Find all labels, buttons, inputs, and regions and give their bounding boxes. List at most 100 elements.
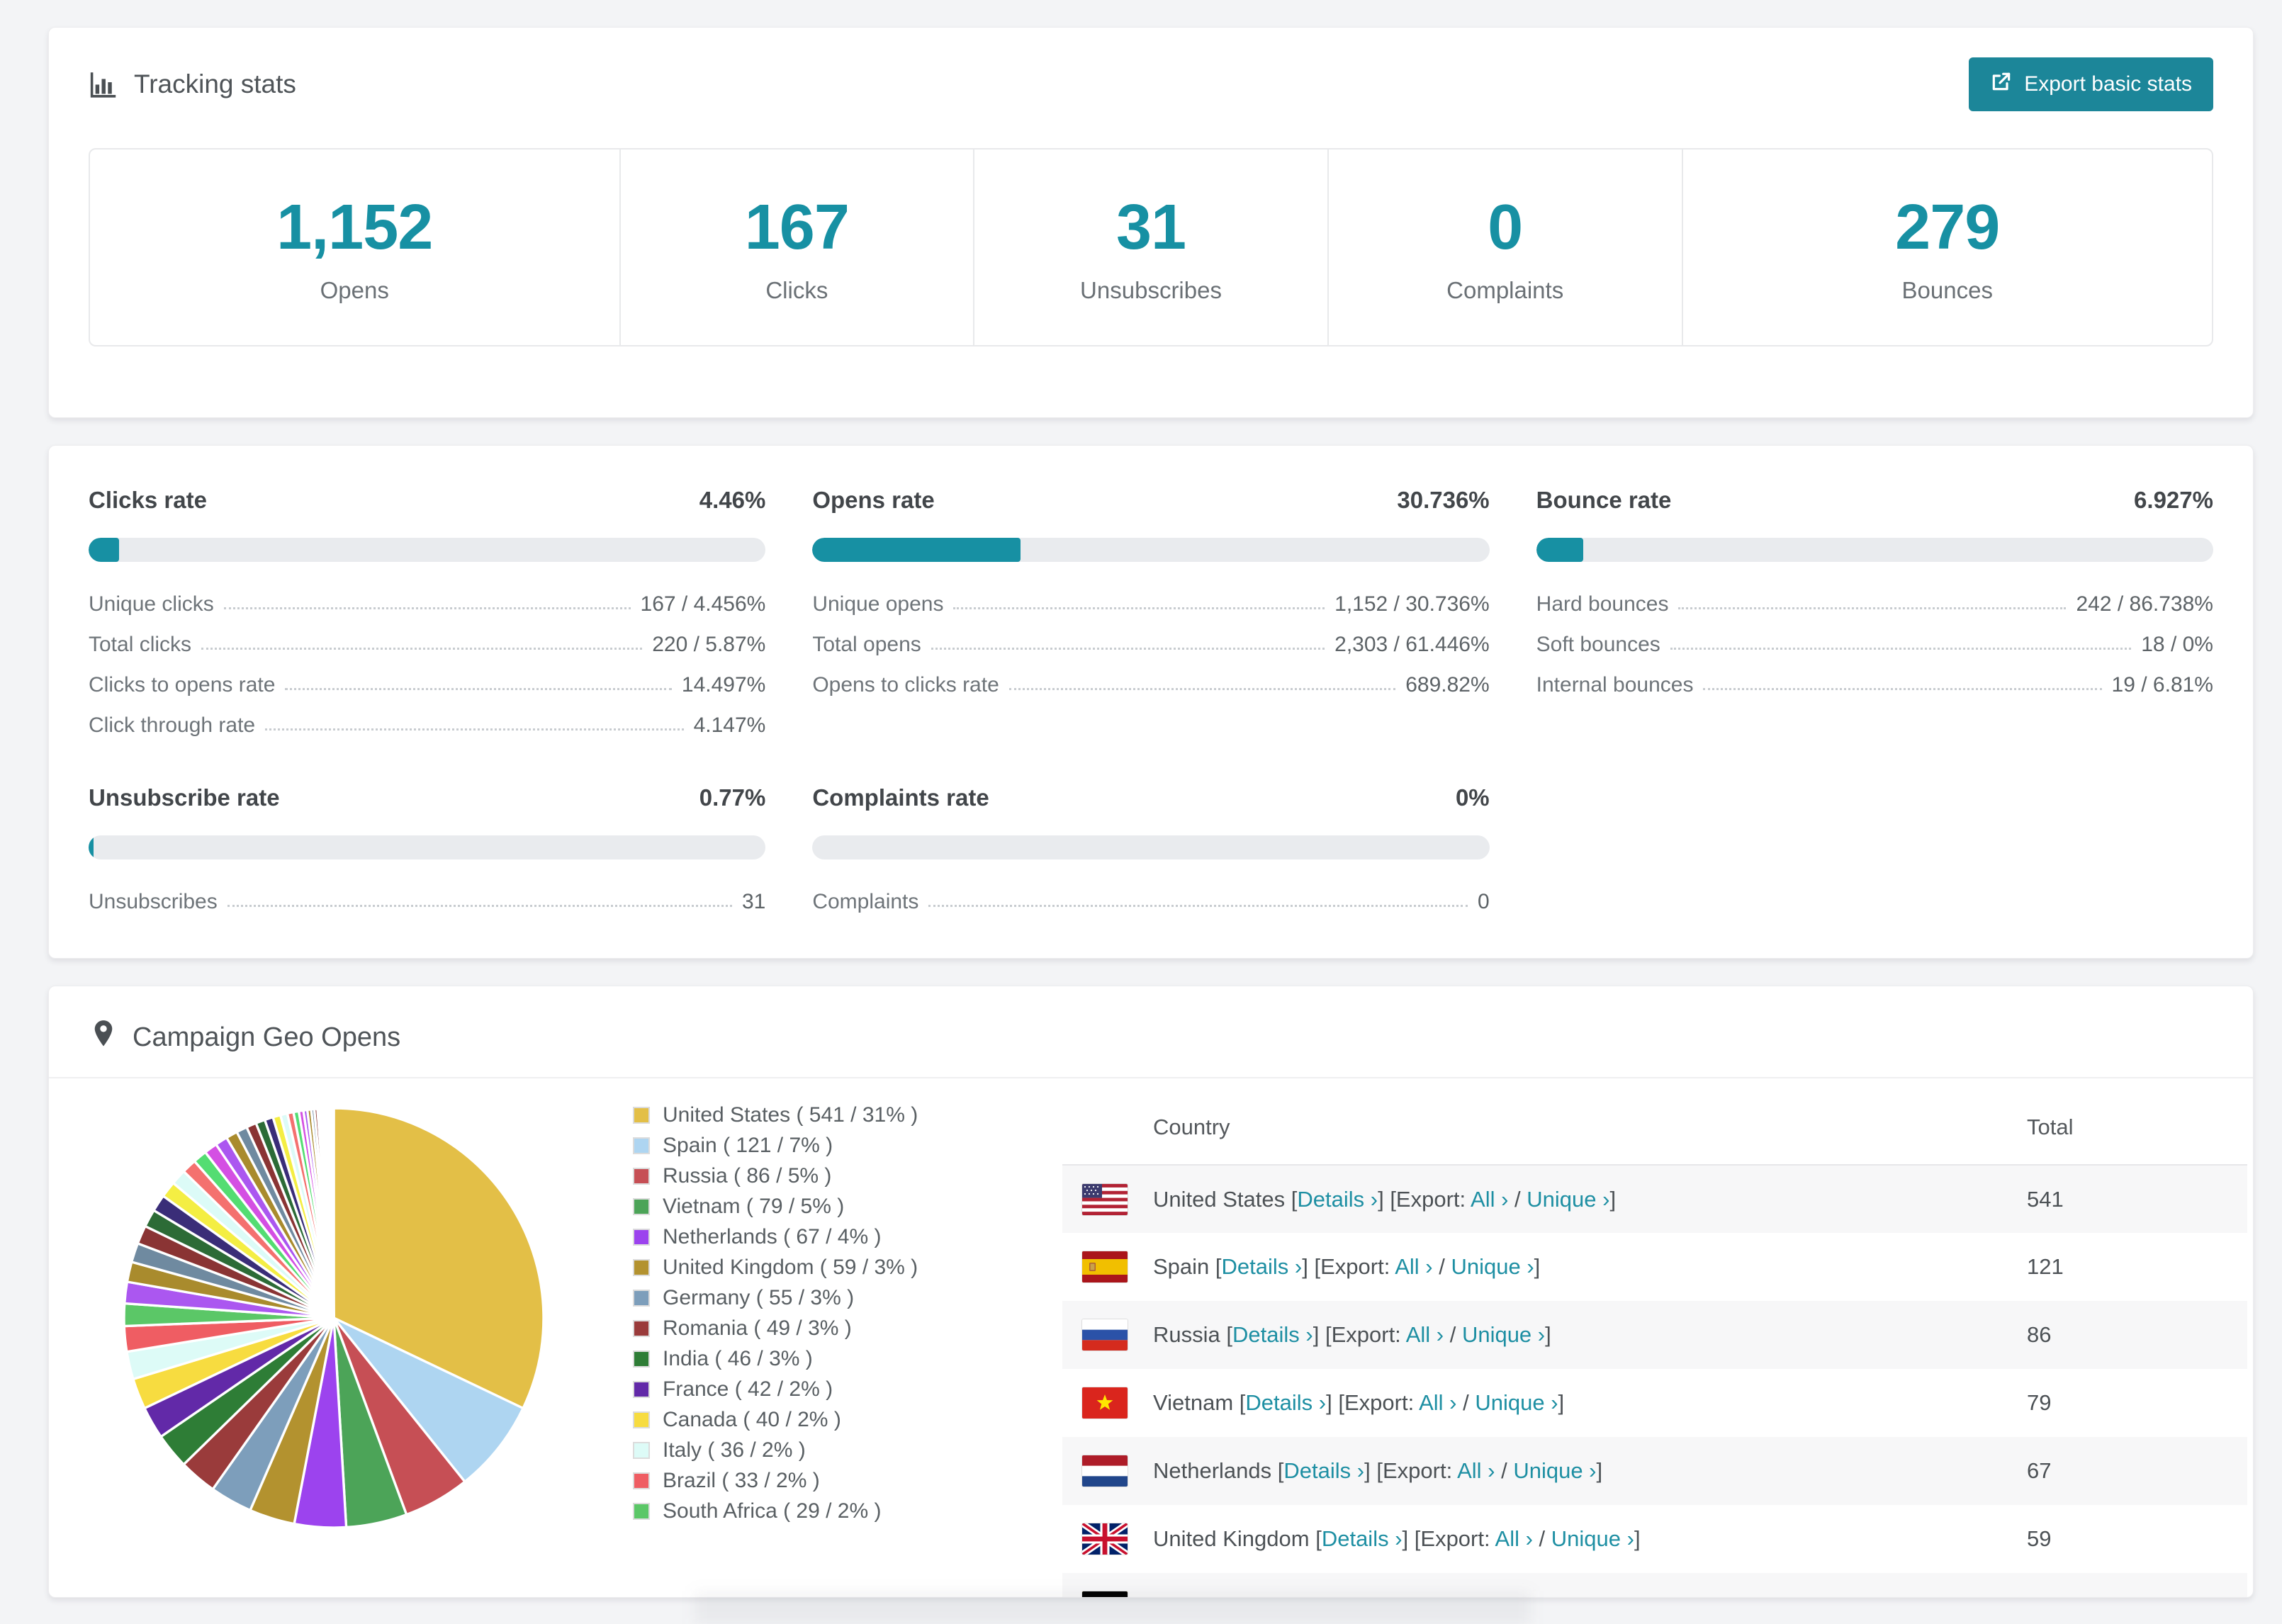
export-all-link[interactable]: All ›: [1471, 1187, 1508, 1212]
dotted-leader: [953, 607, 1325, 609]
country-name: Vietnam: [1153, 1390, 1234, 1415]
stat-label: Clicks: [765, 276, 828, 303]
tracking-stats-card: Tracking stats Export basic stats 1,152 O…: [48, 27, 2254, 418]
export-unique-link[interactable]: Unique ›: [1451, 1254, 1534, 1279]
country-flag-vn-icon: [1082, 1387, 1128, 1419]
stat-cell-clicks: 167 Clicks: [619, 150, 974, 345]
legend-item-romania[interactable]: Romania ( 49 / 3% ): [633, 1313, 980, 1343]
rate-row-label: Clicks to opens rate: [89, 673, 276, 697]
rate-row-value: 4.147%: [693, 714, 766, 737]
export-all-link[interactable]: All ›: [1419, 1390, 1456, 1415]
legend-item-united-states[interactable]: United States ( 541 / 31% ): [633, 1100, 980, 1130]
flag-cell: [1062, 1505, 1129, 1573]
export-label: [Export:: [1325, 1322, 1406, 1347]
legend-item-russia[interactable]: Russia ( 86 / 5% ): [633, 1161, 980, 1191]
country-cell: United States [Details ›] [Export: All ›…: [1129, 1165, 2026, 1233]
progress-fill: [89, 538, 119, 562]
geo-opens-title: Campaign Geo Opens: [133, 1022, 401, 1052]
details-link[interactable]: Details ›: [1297, 1187, 1378, 1212]
slash: /: [1508, 1186, 1527, 1212]
legend-swatch: [633, 1411, 650, 1428]
export-label: [Export:: [1376, 1458, 1458, 1483]
bracket: ]: [1326, 1390, 1332, 1415]
export-basic-stats-button[interactable]: Export basic stats: [1969, 57, 2213, 111]
export-unique-link[interactable]: Unique ›: [1551, 1526, 1634, 1551]
export-all-link[interactable]: All ›: [1395, 1254, 1432, 1279]
rate-row-value: 18 / 0%: [2141, 633, 2213, 656]
legend-item-india[interactable]: India ( 46 / 3% ): [633, 1343, 980, 1374]
legend-swatch: [633, 1106, 650, 1124]
export-all-link[interactable]: All ›: [1495, 1526, 1533, 1551]
country-flag-gb-icon: [1082, 1523, 1128, 1555]
export-all-link[interactable]: All ›: [1457, 1458, 1495, 1483]
rate-head: Unsubscribe rate 0.77%: [89, 784, 765, 811]
stat-value: 279: [1895, 191, 2000, 263]
details-link[interactable]: Details ›: [1322, 1526, 1403, 1551]
rate-row-label: Complaints: [812, 890, 919, 913]
rate-block-bounce-rate: Bounce rate 6.927% Hard bounces 242 / 86.73…: [1536, 487, 2213, 740]
legend-item-united-kingdom[interactable]: United Kingdom ( 59 / 3% ): [633, 1252, 980, 1282]
export-button-label: Export basic stats: [2024, 72, 2192, 96]
legend-item-netherlands[interactable]: Netherlands ( 67 / 4% ): [633, 1222, 980, 1252]
stat-label: Complaints: [1446, 276, 1564, 303]
legend-label: France ( 42 / 2% ): [663, 1377, 833, 1401]
bracket: ]: [1634, 1526, 1641, 1551]
legend-item-south-africa[interactable]: South Africa ( 29 / 2% ): [633, 1496, 980, 1526]
legend-label: United Kingdom ( 59 / 3% ): [663, 1255, 918, 1279]
country-name: United States: [1153, 1186, 1286, 1212]
bracket: ]: [1302, 1254, 1308, 1279]
country-cell: United Kingdom [Details ›] [Export: All …: [1129, 1505, 2026, 1573]
rate-row-label: Opens to clicks rate: [812, 673, 999, 697]
country-name: Netherlands: [1153, 1458, 1272, 1483]
dotted-leader: [928, 905, 1468, 907]
legend-swatch: [633, 1289, 650, 1307]
slash: /: [1444, 1322, 1462, 1347]
chart-bar-icon: [89, 69, 118, 99]
legend-swatch: [633, 1167, 650, 1185]
export-label: [Export:: [1314, 1254, 1395, 1279]
campaign-geo-opens-card: Campaign Geo Opens United States ( 541 /…: [48, 986, 2254, 1598]
slash: /: [1456, 1390, 1476, 1415]
bracket: ]: [1378, 1186, 1384, 1212]
dotted-leader: [223, 607, 631, 609]
rate-title: Unsubscribe rate: [89, 784, 280, 811]
legend-item-france[interactable]: France ( 42 / 2% ): [633, 1374, 980, 1404]
rate-row-label: Unsubscribes: [89, 890, 218, 913]
page-bottom-shade: [695, 1591, 1531, 1624]
geo-table: Country Total United States [Details ›] …: [1062, 1090, 2247, 1597]
export-unique-link[interactable]: Unique ›: [1527, 1187, 1609, 1212]
export-unique-link[interactable]: Unique ›: [1513, 1458, 1596, 1483]
rate-value: 4.46%: [699, 487, 766, 513]
export-unique-link[interactable]: Unique ›: [1462, 1322, 1545, 1347]
export-unique-link[interactable]: Unique ›: [1475, 1390, 1558, 1415]
details-link[interactable]: Details ›: [1232, 1322, 1313, 1347]
rate-row-label: Total clicks: [89, 633, 192, 656]
legend-label: Brazil ( 33 / 2% ): [663, 1468, 820, 1492]
legend-swatch: [633, 1441, 650, 1459]
details-link[interactable]: Details ›: [1245, 1390, 1326, 1415]
legend-label: Vietnam ( 79 / 5% ): [663, 1194, 845, 1218]
details-link[interactable]: Details ›: [1222, 1254, 1303, 1279]
rate-head: Complaints rate 0%: [812, 784, 1489, 811]
legend-label: South Africa ( 29 / 2% ): [663, 1499, 882, 1523]
rate-rows: Unsubscribes 31: [89, 876, 765, 917]
rate-title: Complaints rate: [812, 784, 989, 811]
export-all-link[interactable]: All ›: [1406, 1322, 1444, 1347]
bracket: [: [1315, 1526, 1322, 1551]
legend-item-brazil[interactable]: Brazil ( 33 / 2% ): [633, 1465, 980, 1496]
legend-label: Romania ( 49 / 3% ): [663, 1316, 852, 1340]
legend-item-vietnam[interactable]: Vietnam ( 79 / 5% ): [633, 1191, 980, 1222]
rate-row-value: 167 / 4.456%: [640, 592, 766, 616]
legend-item-italy[interactable]: Italy ( 36 / 2% ): [633, 1435, 980, 1465]
total-value: 55: [2026, 1573, 2247, 1597]
details-link[interactable]: Details ›: [1283, 1458, 1364, 1483]
legend-item-canada[interactable]: Canada ( 40 / 2% ): [633, 1404, 980, 1435]
rate-row-value: 14.497%: [681, 673, 766, 697]
rate-rows: Complaints 0: [812, 876, 1489, 917]
legend-item-spain[interactable]: Spain ( 121 / 7% ): [633, 1130, 980, 1161]
legend-item-germany[interactable]: Germany ( 55 / 3% ): [633, 1282, 980, 1313]
dotted-leader: [1008, 688, 1396, 690]
legend-label: Russia ( 86 / 5% ): [663, 1163, 832, 1188]
slash: /: [1495, 1458, 1514, 1483]
rate-row: Clicks to opens rate 14.497%: [89, 660, 765, 700]
